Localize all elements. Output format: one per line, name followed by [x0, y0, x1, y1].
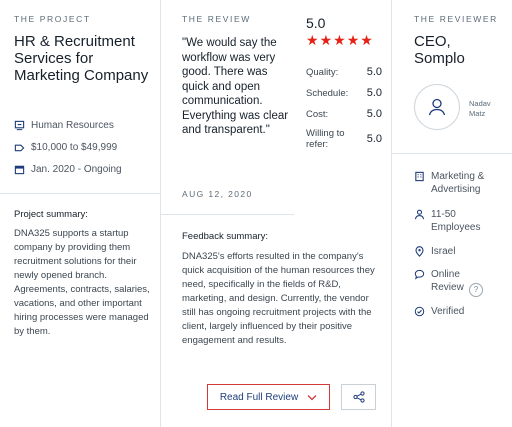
- person-icon: [414, 209, 425, 220]
- company-size-label: 11-50 Employees: [431, 209, 481, 233]
- score-row: Quality: 5.0: [306, 66, 382, 78]
- check-circle-icon: [414, 306, 425, 317]
- reviewer-name: Nadav Matz: [469, 99, 491, 118]
- price-tag-icon: [14, 144, 25, 152]
- chevron-down-icon: [307, 394, 317, 400]
- project-summary-text: DNA325 supports a startup company by pro…: [14, 228, 150, 337]
- read-full-review-label: Read Full Review: [219, 391, 299, 403]
- score-value: 5.0: [366, 66, 382, 78]
- industry-label: Marketing & Advertising: [431, 171, 485, 195]
- location-row: Israel: [414, 245, 455, 258]
- project-title: HR & Recruitment Services for Marketing …: [14, 33, 149, 84]
- verified-row: Verified: [414, 305, 464, 318]
- company-size-row: 11-50 Employees: [414, 208, 493, 234]
- dates-label: Jan. 2020 - Ongoing: [31, 164, 122, 175]
- service-row: Human Resources: [14, 120, 114, 131]
- location-label: Israel: [431, 246, 456, 257]
- reviewer-heading: THE REVIEWER: [414, 14, 498, 24]
- service-label: Human Resources: [31, 120, 114, 131]
- project-divider: [0, 193, 160, 194]
- review-quote: "We would say the workflow was very good…: [182, 37, 289, 136]
- star-icon: ★: [360, 32, 373, 48]
- location-pin-icon: [415, 246, 424, 257]
- industry-row: Marketing & Advertising: [414, 170, 493, 196]
- budget-label: $10,000 to $49,999: [31, 142, 118, 153]
- share-button[interactable]: [341, 384, 376, 410]
- project-summary-label: Project summary:: [14, 209, 88, 220]
- score-value: 5.0: [366, 87, 382, 99]
- reviewer-title: CEO, Somplo: [414, 33, 465, 67]
- budget-row: $10,000 to $49,999: [14, 142, 117, 153]
- dates-row: Jan. 2020 - Ongoing: [14, 164, 122, 175]
- feedback-summary-text: DNA325's efforts resulted in the company…: [182, 251, 375, 346]
- score-label: Willing to refer:: [306, 128, 345, 150]
- help-icon[interactable]: ?: [469, 283, 483, 297]
- reviewer-divider: [391, 153, 512, 154]
- read-full-review-button[interactable]: Read Full Review: [207, 384, 330, 410]
- service-icon: [14, 120, 25, 131]
- column-divider: [391, 0, 392, 427]
- review-divider: [160, 214, 294, 215]
- score-row: Schedule: 5.0: [306, 87, 382, 99]
- star-icon: ★: [319, 32, 333, 48]
- score-label: Quality:: [306, 66, 339, 78]
- star-rating: ★ ★ ★ ★ ★: [306, 33, 373, 47]
- calendar-icon: [14, 165, 25, 175]
- score-value: 5.0: [366, 108, 382, 120]
- star-icon: ★: [306, 32, 319, 48]
- avatar: [414, 84, 460, 130]
- score-label: Schedule:: [306, 87, 349, 99]
- overall-rating: 5.0: [306, 15, 326, 31]
- project-heading: THE PROJECT: [14, 14, 91, 24]
- share-icon: [352, 391, 365, 403]
- star-icon: ★: [346, 32, 360, 48]
- building-icon: [415, 171, 424, 182]
- review-date: AUG 12, 2020: [182, 189, 253, 199]
- feedback-summary-label: Feedback summary:: [182, 231, 269, 242]
- score-row: Cost: 5.0: [306, 108, 382, 120]
- score-row: Willing to refer: 5.0: [306, 128, 382, 150]
- verified-label: Verified: [431, 306, 465, 317]
- review-heading: THE REVIEW: [182, 14, 251, 24]
- user-icon: [428, 98, 446, 116]
- star-icon: ★: [333, 32, 346, 48]
- score-value: 5.0: [366, 133, 382, 145]
- score-label: Cost:: [306, 108, 329, 120]
- speech-bubble-icon: [414, 269, 425, 280]
